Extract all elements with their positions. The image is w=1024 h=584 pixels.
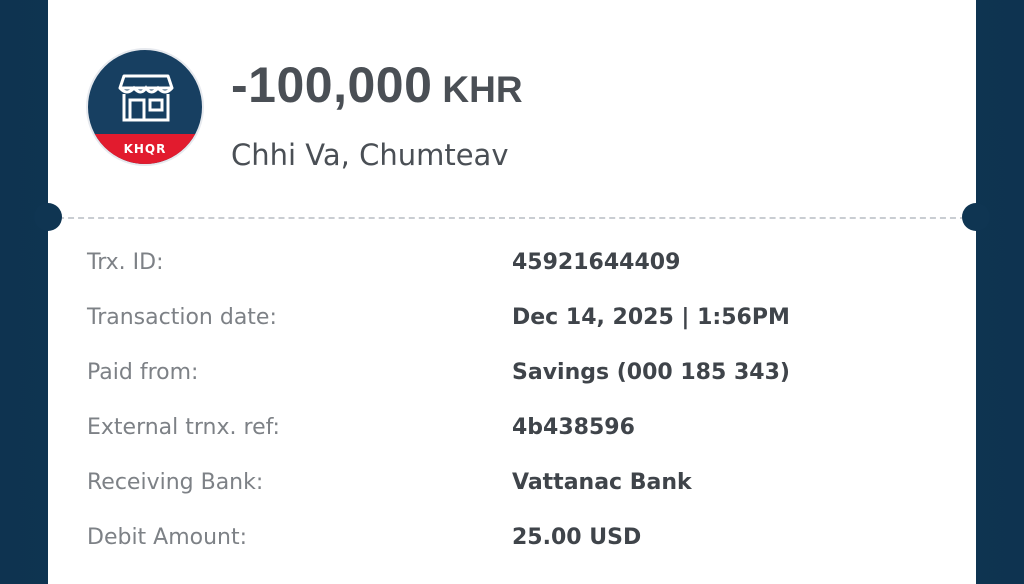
detail-row-trx-id: Trx. ID: 45921644409 — [87, 250, 947, 290]
detail-value: Dec 14, 2025 | 1:56PM — [512, 305, 790, 330]
detail-label: Transaction date: — [87, 305, 277, 330]
detail-label: Paid from: — [87, 360, 199, 385]
receipt-notch-left — [34, 203, 62, 231]
detail-label: External trnx. ref: — [87, 415, 280, 440]
khqr-badge-text: KHQR — [123, 142, 167, 156]
detail-value: 45921644409 — [512, 250, 681, 275]
screen-background: KHQR -100,000 KHR Chhi Va, Chumteav Trx. … — [0, 0, 1024, 584]
amount-value: -100,000 — [231, 57, 433, 113]
detail-label: Debit Amount: — [87, 525, 248, 550]
detail-row-transaction-date: Transaction date: Dec 14, 2025 | 1:56PM — [87, 305, 947, 345]
merchant-logo: KHQR — [86, 48, 204, 166]
receipt-card: KHQR -100,000 KHR Chhi Va, Chumteav Trx. … — [48, 0, 976, 584]
detail-value: Savings (000 185 343) — [512, 360, 790, 385]
amount-currency: KHR — [442, 69, 523, 110]
detail-value: 25.00 USD — [512, 525, 642, 550]
detail-row-receiving-bank: Receiving Bank: Vattanac Bank — [87, 470, 947, 510]
detail-row-paid-from: Paid from: Savings (000 185 343) — [87, 360, 947, 400]
detail-row-external-ref: External trnx. ref: 4b438596 — [87, 415, 947, 455]
receipt-notch-right — [962, 203, 990, 231]
detail-value: 4b438596 — [512, 415, 635, 440]
detail-label: Trx. ID: — [87, 250, 164, 275]
merchant-name: Chhi Va, Chumteav — [231, 138, 509, 172]
transaction-amount: -100,000 KHR — [231, 56, 523, 114]
detail-value: Vattanac Bank — [512, 470, 692, 495]
dashed-divider — [48, 217, 976, 219]
detail-row-debit-amount: Debit Amount: 25.00 USD — [87, 525, 947, 565]
store-icon — [118, 74, 174, 122]
detail-label: Receiving Bank: — [87, 470, 264, 495]
